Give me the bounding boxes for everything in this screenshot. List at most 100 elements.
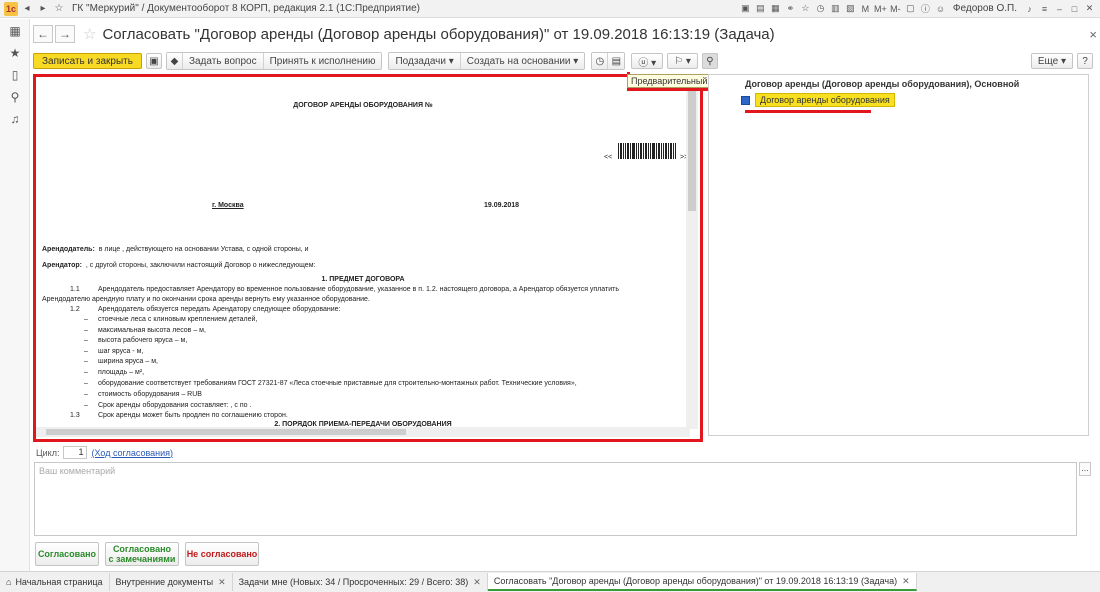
doc-list-item: стоечные леса с клиновым креплением дета… — [98, 316, 258, 323]
save-close-button[interactable]: Записать и закрыть — [33, 53, 142, 69]
favorite-star-icon[interactable]: ☆ — [83, 25, 96, 43]
tab-label: Задачи мне (Новых: 34 / Просроченных: 29… — [238, 577, 469, 587]
favorites-icon[interactable]: ☆ — [52, 2, 66, 16]
word-file-icon — [741, 96, 750, 105]
doc-dash: – — [84, 402, 88, 409]
form-close-icon[interactable]: × — [1089, 27, 1097, 42]
memory-plus-icon[interactable]: M+ — [874, 2, 887, 16]
notifications-bell-icon[interactable]: ♫ — [0, 109, 30, 129]
file-item[interactable]: Договор аренды оборудования — [755, 93, 895, 107]
cycle-label: Цикл: — [36, 447, 60, 458]
link-icon[interactable]: ⚭ — [784, 2, 797, 16]
grid-menu-icon[interactable]: ▦ — [0, 21, 30, 41]
attach-dropdown[interactable]: ⓤ ▾ — [631, 53, 664, 69]
close-window-icon[interactable]: ✕ — [1083, 2, 1096, 16]
doc-list-item: шаг яруса - м, — [98, 348, 144, 355]
form-title: Согласовать "Договор аренды (Договор аре… — [102, 25, 775, 43]
preview-hscroll-thumb[interactable] — [46, 429, 406, 435]
calculator-icon[interactable]: ▥ — [829, 2, 842, 16]
search-icon[interactable]: ⚲ — [0, 87, 30, 107]
doc-lessor-line: Арендодатель: в лице , действующего на о… — [42, 245, 309, 255]
doc-lessee-label: Арендатор: — [42, 262, 83, 269]
ask-question-button[interactable]: Задать вопрос — [182, 53, 264, 69]
calendar-icon[interactable]: ▧ — [844, 2, 857, 16]
doc-lessee-line: Арендатор: , с другой стороны, заключили… — [42, 261, 315, 271]
maximize-icon[interactable]: □ — [1068, 2, 1081, 16]
doc-dash: – — [84, 380, 88, 387]
favorites-star-icon[interactable]: ★ — [0, 43, 30, 63]
doc-lessor-label: Арендодатель: — [42, 246, 95, 253]
accept-button[interactable]: Принять к исполнению — [263, 53, 382, 69]
preview-horizontal-scrollbar[interactable] — [36, 427, 690, 437]
subtasks-button[interactable]: Подзадачи ▾ — [389, 53, 461, 69]
forward-icon[interactable]: ▸ — [36, 2, 50, 16]
left-sidebar: ▦ ★ ▯ ⚲ ♫ — [0, 19, 30, 571]
doc-city: г. Москва — [212, 202, 244, 209]
doc-dash: – — [84, 358, 88, 365]
preview-search-icon[interactable]: ⚲ — [701, 53, 718, 69]
minimize-icon[interactable]: – — [1053, 2, 1066, 16]
tab-current-task[interactable]: Согласовать "Договор аренды (Договор аре… — [487, 573, 917, 591]
bell-icon[interactable]: ♪ — [1023, 2, 1036, 16]
doc-p1-2-num: 1.2 — [70, 306, 80, 313]
preview-icon[interactable]: ▦ — [769, 2, 782, 16]
files-header: Договор аренды (Договор аренды оборудова… — [745, 79, 1020, 89]
comment-more-button[interactable]: ... — [1079, 462, 1091, 476]
tab-home[interactable]: ⌂ Начальная страница — [0, 573, 110, 591]
preview-vscroll-thumb[interactable] — [688, 91, 696, 211]
info-icon[interactable]: ⓘ — [919, 2, 932, 16]
create-based-button[interactable]: Создать на основании ▾ — [460, 53, 585, 69]
tab-my-tasks[interactable]: Задачи мне (Новых: 34 / Просроченных: 29… — [233, 573, 488, 591]
more-button[interactable]: Еще ▾ — [1030, 53, 1073, 69]
close-tab-icon[interactable]: ✕ — [218, 577, 226, 588]
user-icon[interactable]: ☺ — [934, 2, 947, 16]
back-icon[interactable]: ◂ — [20, 2, 34, 16]
doc-nav-left[interactable]: << — [604, 153, 612, 163]
clock-icon[interactable]: ◷ — [592, 53, 609, 69]
approved-button[interactable]: Согласовано — [35, 542, 99, 566]
doc-dash: – — [84, 348, 88, 355]
comment-textarea[interactable]: Ваш комментарий — [34, 462, 1077, 536]
doc-dash: – — [84, 369, 88, 376]
memory-m-icon[interactable]: M — [859, 2, 872, 16]
form-forward-button[interactable]: → — [55, 25, 75, 43]
rejected-button[interactable]: Не согласовано — [185, 542, 259, 566]
document-preview: ДОГОВОР АРЕНДЫ ОБОРУДОВАНИЯ № << >> г. М… — [36, 77, 690, 428]
close-tab-icon[interactable]: ✕ — [902, 576, 910, 587]
star-icon[interactable]: ☆ — [799, 2, 812, 16]
approved-with-remarks-button[interactable]: Согласовано с замечаниями — [105, 542, 179, 566]
doc-list-item: оборудование соответствует требованиям Г… — [98, 380, 577, 387]
history-icon[interactable]: ▯ — [0, 65, 30, 85]
approved-remarks-label: Согласовано с замечаниями — [109, 544, 176, 564]
cycle-value[interactable]: 1 — [63, 446, 88, 459]
approval-progress-link[interactable]: (Ход согласования) — [91, 448, 173, 458]
print-icon[interactable]: ▤ — [754, 2, 767, 16]
save-disk-icon[interactable]: ▣ — [145, 53, 162, 69]
help-button[interactable]: ? — [1077, 53, 1093, 69]
file-preview-panel[interactable]: ДОГОВОР АРЕНДЫ ОБОРУДОВАНИЯ № << >> г. М… — [33, 74, 703, 442]
tab-label: Согласовать "Договор аренды (Договор аре… — [493, 576, 898, 586]
doc-section-1: 1. ПРЕДМЕТ ДОГОВОРА — [321, 276, 405, 283]
current-user[interactable]: Федоров О.П. — [953, 3, 1017, 14]
preview-vertical-scrollbar[interactable] — [686, 77, 698, 429]
save-icon[interactable]: ▣ — [739, 2, 752, 16]
form-back-button[interactable]: ← — [33, 25, 53, 43]
settings-menu-icon[interactable]: ≡ — [1038, 2, 1051, 16]
subtasks-label: Подзадачи — [395, 55, 446, 67]
tab-internal-documents[interactable]: Внутренние документы ✕ — [110, 573, 233, 591]
app-menu-icon[interactable]: 1с — [4, 1, 18, 16]
window-icon[interactable]: ▢ — [904, 2, 917, 16]
window-titlebar: 1с ◂ ▸ ☆ ГК "Меркурий" / Документооборот… — [0, 0, 1100, 18]
memory-minus-icon[interactable]: M- — [889, 2, 902, 16]
flag-dropdown[interactable]: ⚐ ▾ — [667, 53, 698, 69]
misc-group: ◷ ▤ — [591, 52, 626, 70]
doc-list-item: Срок аренды оборудования составляет: , с… — [98, 402, 252, 409]
report-icon[interactable]: ▤ — [608, 53, 625, 69]
doc-lessor-text: в лице , действующего на основании Устав… — [98, 246, 309, 253]
tab-label: Внутренние документы — [115, 577, 214, 587]
doc-list-item: площадь – м², — [98, 369, 145, 376]
history-icon[interactable]: ◷ — [814, 2, 827, 16]
diamond-icon[interactable]: ◆ — [166, 53, 183, 69]
close-tab-icon[interactable]: ✕ — [473, 577, 481, 588]
doc-lessee-text: , с другой стороны, заключили настоящий … — [85, 262, 316, 269]
